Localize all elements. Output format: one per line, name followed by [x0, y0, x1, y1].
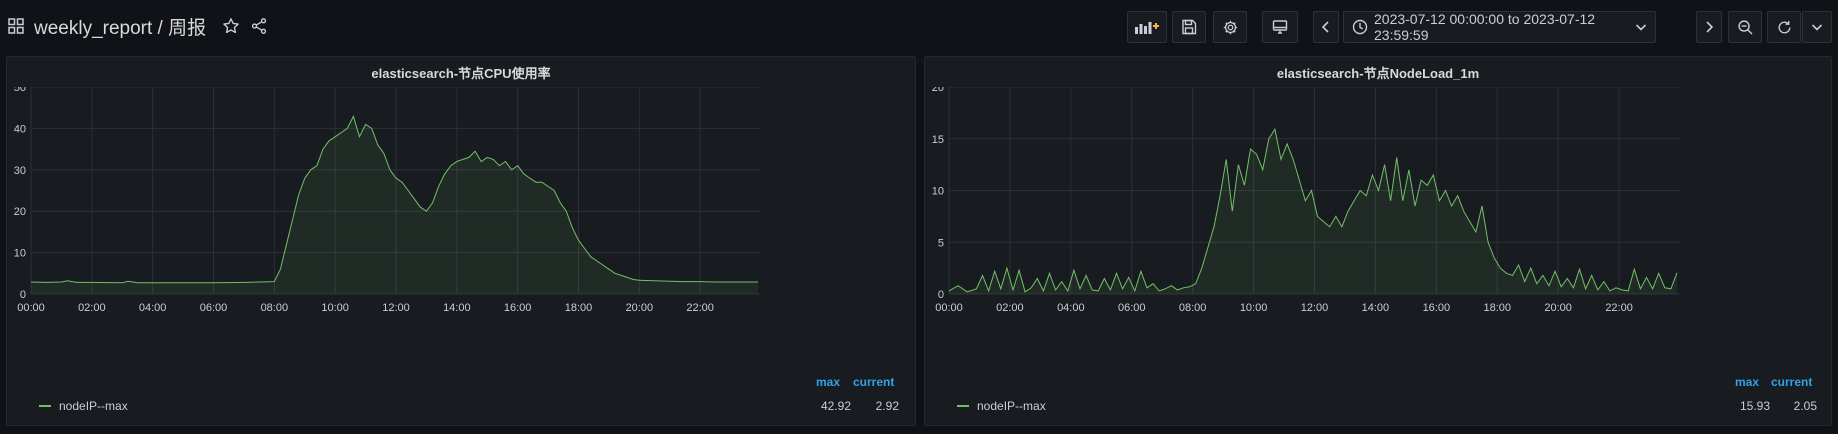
legend-series-name[interactable]: nodeIP--max	[977, 399, 1046, 413]
refresh-button[interactable]	[1767, 11, 1801, 43]
x-tick-label: 06:00	[1118, 302, 1146, 314]
time-shift-forward-button[interactable]	[1696, 11, 1722, 43]
save-icon	[1181, 19, 1197, 35]
panel-cpu-usage: elasticsearch-节点CPU使用率 0 10 20 30 40 50 00:00 0…	[6, 56, 916, 426]
y-tick-label: 15	[932, 134, 944, 146]
star-icon[interactable]	[222, 17, 240, 35]
dashboard-title-area: weekly_report / 周报	[8, 12, 268, 40]
legend-value-current: 2.92	[875, 399, 899, 413]
y-tick-label: 30	[14, 165, 26, 177]
x-tick-label: 10:00	[321, 302, 349, 314]
settings-button[interactable]	[1213, 11, 1247, 43]
x-tick-label: 14:00	[443, 302, 471, 314]
dashboard-navbar: weekly_report / 周报 2023-07-12 00:00:00 t…	[0, 0, 1838, 52]
y-tick-label: 20	[932, 87, 944, 94]
x-tick-label: 06:00	[200, 302, 228, 314]
legend-series-row[interactable]: nodeIP--max 15.93 2.05	[949, 397, 1831, 415]
x-tick-label: 04:00	[139, 302, 167, 314]
x-tick-label: 02:00	[78, 302, 106, 314]
x-tick-label: 12:00	[382, 302, 410, 314]
x-tick-label: 22:00	[686, 302, 714, 314]
y-tick-label: 40	[14, 123, 26, 135]
time-range-picker[interactable]: 2023-07-12 00:00:00 to 2023-07-12 23:59:…	[1343, 11, 1656, 43]
node-load-chart[interactable]: 0 5 10 15 20 00:00 02:00 04:00 06:00 08:00 10:00 12…	[925, 87, 1833, 367]
tv-mode-button[interactable]	[1262, 11, 1298, 43]
y-tick-label: 50	[14, 87, 26, 94]
x-tick-label: 14:00	[1362, 302, 1390, 314]
panel-node-load: elasticsearch-节点NodeLoad_1m 0 5 10 15 20 00:0…	[924, 56, 1832, 426]
panel-title[interactable]: elasticsearch-节点NodeLoad_1m	[925, 63, 1831, 85]
time-range-label: 2023-07-12 00:00:00 to 2023-07-12 23:59:…	[1374, 11, 1596, 43]
x-tick-label: 16:00	[1423, 302, 1451, 314]
save-button[interactable]	[1172, 11, 1206, 43]
x-tick-label: 00:00	[17, 302, 45, 314]
x-tick-label: 08:00	[1179, 302, 1207, 314]
refresh-interval-button[interactable]	[1802, 11, 1832, 43]
chevron-down-icon	[1811, 22, 1823, 32]
panel-title[interactable]: elasticsearch-节点CPU使用率	[7, 63, 915, 85]
add-panel-icon	[1134, 19, 1160, 35]
dashboard-title[interactable]: weekly_report / 周报	[34, 13, 206, 40]
chevron-left-icon	[1321, 21, 1331, 33]
add-panel-button[interactable]	[1127, 11, 1167, 43]
x-tick-label: 08:00	[261, 302, 289, 314]
legend-value-current: 2.05	[1793, 399, 1817, 413]
y-tick-label: 5	[938, 237, 944, 249]
series-area	[949, 129, 1677, 294]
refresh-icon	[1776, 19, 1793, 36]
x-tick-label: 12:00	[1301, 302, 1329, 314]
y-tick-label: 10	[932, 186, 944, 198]
share-icon[interactable]	[250, 17, 268, 35]
legend-series-name[interactable]: nodeIP--max	[59, 399, 128, 413]
zoom-out-button[interactable]	[1728, 11, 1762, 43]
y-tick-label: 20	[14, 206, 26, 218]
time-shift-back-button[interactable]	[1313, 11, 1339, 43]
x-tick-label: 20:00	[626, 302, 654, 314]
x-tick-label: 20:00	[1544, 302, 1572, 314]
legend-series-row[interactable]: nodeIP--max 42.92 2.92	[31, 397, 915, 415]
clock-icon	[1352, 19, 1368, 35]
x-tick-label: 22:00	[1605, 302, 1633, 314]
cpu-usage-chart[interactable]: 0 10 20 30 40 50 00:00 02:00 04:00 06:00 08:00 10:0…	[7, 87, 917, 367]
series-area	[31, 116, 758, 295]
y-tick-label: 0	[938, 289, 944, 301]
x-tick-label: 04:00	[1057, 302, 1085, 314]
x-tick-label: 02:00	[996, 302, 1024, 314]
legend-header-max[interactable]: max	[1735, 375, 1759, 389]
x-tick-label: 16:00	[504, 302, 532, 314]
chevron-right-icon	[1704, 21, 1714, 33]
legend-header-current[interactable]: current	[1771, 375, 1812, 389]
x-tick-label: 18:00	[565, 302, 593, 314]
legend-header-current[interactable]: current	[853, 375, 894, 389]
monitor-icon	[1272, 19, 1288, 35]
zoom-out-icon	[1737, 19, 1754, 36]
x-tick-label: 00:00	[935, 302, 963, 314]
x-tick-label: 10:00	[1240, 302, 1268, 314]
legend-color-swatch[interactable]	[39, 405, 51, 407]
legend-color-swatch[interactable]	[957, 405, 969, 407]
x-tick-label: 18:00	[1483, 302, 1511, 314]
y-tick-label: 0	[20, 289, 26, 301]
grid-icon[interactable]	[8, 18, 24, 34]
gear-icon	[1222, 19, 1239, 36]
y-tick-label: 10	[14, 248, 26, 260]
chevron-down-icon	[1635, 22, 1647, 32]
legend-header-max[interactable]: max	[816, 375, 840, 389]
